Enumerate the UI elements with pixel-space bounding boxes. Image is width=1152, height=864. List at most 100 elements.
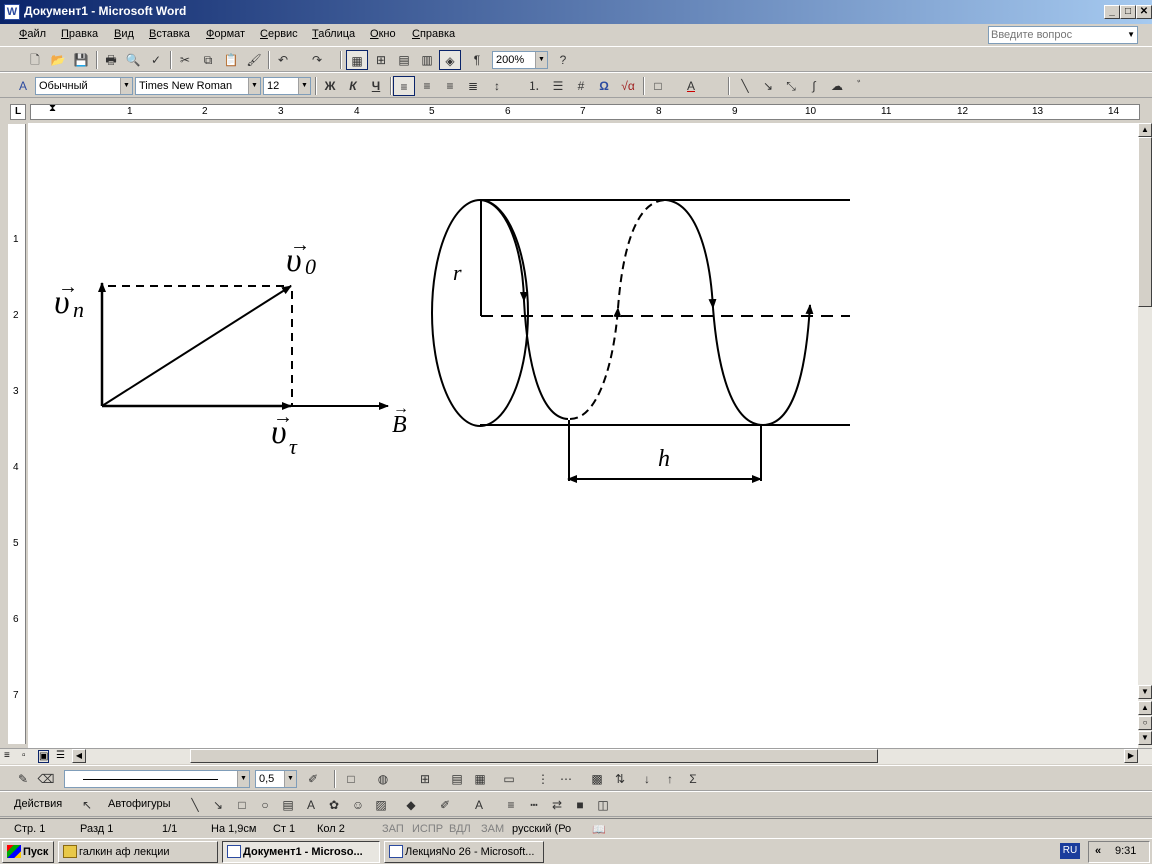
menu-tools[interactable]: Сервис [260,28,298,40]
hscroll-thumb[interactable] [190,749,878,763]
columns-icon[interactable]: ▥ [416,50,438,70]
line-color-icon[interactable]: ✐ [434,795,456,815]
align-center-icon[interactable]: ≡ [416,76,438,96]
scroll-up-icon[interactable]: ▲ [1138,123,1152,137]
bold-button[interactable]: Ж [319,76,341,96]
double-arrow-icon[interactable]: ⤡ [780,76,802,96]
freeform-icon[interactable]: ☁ [826,76,848,96]
cut-icon[interactable]: ✂ [174,50,196,70]
maximize-button[interactable]: □ [1120,5,1136,19]
print-icon[interactable]: 🖶 [100,50,122,70]
scroll-thumb[interactable] [1138,137,1152,307]
drawing-icon[interactable]: ◈ [439,50,461,70]
tab-selector[interactable]: L [10,104,26,120]
arrow-style-icon[interactable]: ⇄ [546,795,568,815]
styles-icon[interactable]: A [12,76,34,96]
spelling-icon[interactable]: ✓ [145,50,167,70]
line-tool-icon[interactable]: ╲ [734,76,756,96]
line-style-select[interactable]: ▼ [64,770,250,788]
curve-icon[interactable]: ∫ [803,76,825,96]
outline-view-icon[interactable]: ☰ [56,750,65,761]
menu-insert[interactable]: Вставка [149,28,190,40]
shadow-icon[interactable]: ■ [569,795,591,815]
menu-edit[interactable]: Правка [61,28,98,40]
open-folder-icon[interactable]: 📂 [47,50,69,70]
web-view-icon[interactable]: ▫ [22,750,26,761]
print-view-icon[interactable]: ▣ [38,750,50,763]
undo-icon[interactable]: ↶ [272,50,294,70]
chevron-down-icon[interactable]: ▼ [248,78,260,94]
paste-icon[interactable]: 📋 [220,50,242,70]
spelling-status-icon[interactable]: 📖 [592,823,606,836]
vertical-scrollbar[interactable]: ▲ ▼ ▲ ○ ▼ [1138,123,1152,748]
task-lecture26[interactable]: ЛекцияNo 26 - Microsoft... [384,841,544,863]
equation-icon[interactable]: √α [617,76,639,96]
align-right-icon[interactable]: ≡ [439,76,461,96]
align-cell-icon[interactable]: ▭ [498,769,520,789]
insert-table-icon[interactable]: ⊞ [370,50,392,70]
format-painter-icon[interactable]: 🖌 [243,50,265,70]
scroll-down-icon[interactable]: ▼ [1138,685,1152,699]
new-document-icon[interactable]: 🗋 [24,50,46,70]
ask-question-box[interactable]: ▼ [988,26,1138,44]
shading-icon[interactable]: ◍ [372,769,394,789]
print-preview-icon[interactable]: 🔍 [122,50,144,70]
3d-icon[interactable]: ◫ [592,795,614,815]
sort-desc-icon[interactable]: ↑ [659,769,681,789]
language-indicator[interactable]: RU [1060,843,1080,859]
symbol-icon[interactable]: Ω [593,76,615,96]
style-select[interactable]: Обычный ▼ [35,77,133,95]
copy-icon[interactable]: ⧉ [197,50,219,70]
outside-border-icon[interactable]: □ [340,769,362,789]
numbering-icon[interactable]: ⒈ [523,76,545,96]
scroll-left-icon[interactable]: ◀ [72,749,86,763]
redo-icon[interactable]: ↷ [306,50,328,70]
status-ovr[interactable]: ЗАМ [481,823,504,835]
scribble-icon[interactable]: ﾞ [849,76,871,96]
vertical-ruler[interactable]: 1 2 3 4 5 6 7 [8,124,26,744]
normal-view-icon[interactable]: ≡ [4,750,10,761]
menu-format[interactable]: Формат [206,28,245,40]
font-size-select[interactable]: 12 ▼ [263,77,311,95]
prev-page-icon[interactable]: ▲ [1138,701,1152,715]
picture-icon[interactable]: ▨ [370,795,392,815]
next-page-icon[interactable]: ▼ [1138,731,1152,745]
browse-object-icon[interactable]: ○ [1138,716,1152,730]
help-icon[interactable]: ? [552,50,574,70]
textbox-icon[interactable]: ▤ [277,795,299,815]
font-color-icon[interactable]: A [680,76,702,96]
chevron-down-icon[interactable]: ▼ [237,771,249,787]
eraser-icon[interactable]: ⌫ [35,769,57,789]
pencil-icon[interactable]: ✎ [12,769,34,789]
underline-button[interactable]: Ч [365,76,387,96]
tray-chevron-icon[interactable]: « [1095,845,1101,857]
status-language[interactable]: русский (Ро [512,823,571,835]
ask-question-input[interactable] [989,27,1125,43]
split-cells-icon[interactable]: ▦ [469,769,491,789]
tables-borders-icon[interactable]: ▦ [346,50,368,70]
clock[interactable]: 9:31 [1115,845,1136,857]
autoformat-icon[interactable]: ▩ [586,769,608,789]
show-hide-icon[interactable]: ¶ [466,50,488,70]
minimize-button[interactable]: _ [1104,5,1120,19]
borders-icon[interactable]: □ [647,76,669,96]
line-tool-icon[interactable]: ╲ [184,795,206,815]
oval-icon[interactable]: ○ [254,795,276,815]
task-explorer[interactable]: галкин аф лекции [58,841,218,863]
chevron-down-icon[interactable]: ▼ [298,78,310,94]
font-color-icon[interactable]: A [468,795,490,815]
italic-button[interactable]: К [342,76,364,96]
insert-excel-icon[interactable]: ▤ [393,50,415,70]
horizontal-scrollbar[interactable]: ≡ ▫ ▣ ☰ ◀ ▶ [0,748,1152,764]
align-left-icon[interactable]: ≡ [393,76,415,96]
menu-view[interactable]: Вид [114,28,134,40]
distribute-cols-icon[interactable]: ⋯ [555,769,577,789]
insert-field-icon[interactable]: # [570,76,592,96]
menu-table[interactable]: Таблица [312,28,355,40]
zoom-select[interactable]: 200% ▼ [492,51,548,69]
select-pointer-icon[interactable]: ↖ [76,795,98,815]
rectangle-icon[interactable]: □ [231,795,253,815]
line-style-icon[interactable]: ≡ [500,795,522,815]
horizontal-ruler[interactable]: 1 2 3 4 5 6 7 8 9 10 11 12 13 14 ⧗ [30,103,1140,120]
task-document1[interactable]: Документ1 - Microso... [222,841,380,863]
